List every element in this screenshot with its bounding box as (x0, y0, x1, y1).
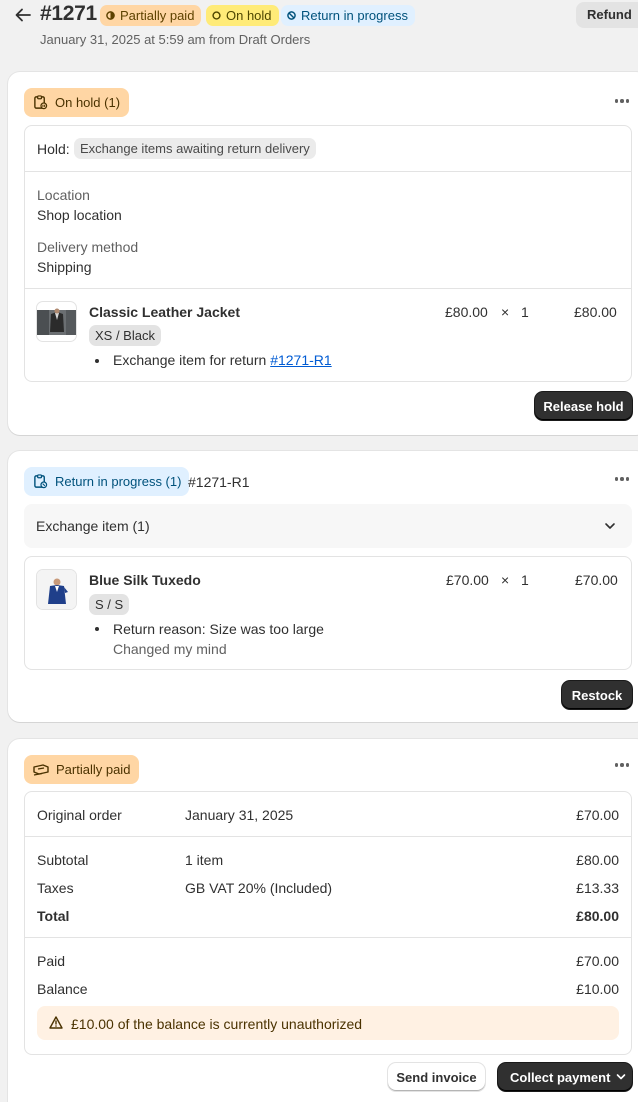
return-status-badge: Return in progress (281, 5, 415, 26)
refund-button[interactable]: Refund (576, 2, 638, 28)
warning-icon (49, 1016, 63, 1029)
product-name[interactable]: Classic Leather Jacket (89, 304, 240, 320)
balance-amount: £10.00 (576, 981, 619, 997)
return-box-icon (34, 474, 48, 489)
bullet-dot (95, 359, 99, 363)
divider (25, 836, 631, 837)
subtotal-label: Subtotal (37, 852, 89, 868)
exchange-note-text: Exchange item for return (113, 352, 271, 368)
hold-status-label: On hold (226, 8, 272, 23)
collect-payment-button[interactable]: Collect payment (498, 1063, 632, 1091)
cash-icon (33, 763, 49, 776)
product-thumbnail[interactable] (36, 569, 77, 610)
restock-button[interactable]: Restock (562, 681, 632, 709)
return-reason: Return reason: Size was too large (113, 621, 324, 637)
bullet-dot (95, 627, 99, 631)
hold-circle-icon (212, 11, 221, 20)
product-thumbnail[interactable] (36, 301, 77, 342)
on-hold-badge: On hold (1) (24, 88, 130, 117)
order-subtitle: January 31, 2025 at 5:59 am from Draft O… (40, 32, 311, 47)
return-badge-label: Return in progress (1) (55, 474, 182, 489)
send-invoice-button[interactable]: Send invoice (388, 1063, 485, 1091)
delivery-method-value: Shipping (37, 259, 92, 275)
unit-price: £70.00 (446, 572, 489, 588)
hold-label: Hold: (37, 141, 70, 157)
line-total: £70.00 (575, 572, 618, 588)
on-hold-card: On hold (1) Hold: Exchange items awaitin… (8, 72, 638, 435)
back-arrow-icon[interactable] (12, 4, 34, 26)
exchange-items-toggle[interactable]: Exchange item (1) (24, 504, 632, 548)
hold-status-badge: On hold (206, 5, 279, 26)
unauthorized-balance-text: £10.00 of the balance is currently unaut… (71, 1016, 363, 1032)
fulfillment-box: Hold: Exchange items awaiting return del… (24, 125, 632, 382)
chevron-down-icon (617, 1074, 626, 1080)
original-order-amount: £70.00 (576, 807, 619, 823)
unauthorized-balance-banner: £10.00 of the balance is currently unaut… (37, 1006, 619, 1040)
line-total: £80.00 (574, 304, 617, 320)
paid-amount: £70.00 (576, 953, 619, 969)
payment-status-label: Partially paid (120, 8, 195, 23)
quantity: 1 (521, 572, 529, 588)
page-header: #1271 Partially paid On hold Return in p… (0, 0, 638, 60)
divider (25, 937, 631, 938)
location-value: Shop location (37, 207, 122, 223)
unit-price: £80.00 (445, 304, 488, 320)
hold-box-icon (34, 95, 48, 110)
payment-card: Partially paid Original order January 31… (8, 739, 638, 1102)
taxes-detail: GB VAT 20% (Included) (185, 880, 333, 896)
original-order-date: January 31, 2025 (185, 807, 294, 823)
subtotal-amount: £80.00 (576, 852, 619, 868)
balance-label: Balance (37, 981, 88, 997)
more-actions-icon[interactable] (612, 471, 632, 487)
delivery-method-label: Delivery method (37, 239, 139, 255)
return-card: Return in progress (1) #1271-R1 Exchange… (8, 451, 638, 722)
return-progress-icon (287, 11, 296, 20)
release-hold-button[interactable]: Release hold (535, 392, 632, 420)
hold-reason-tag: Exchange items awaiting return delivery (74, 138, 316, 159)
payment-status-badge: Partially paid (100, 5, 202, 26)
exchange-note: Exchange item for return #1271-R1 (113, 352, 332, 368)
original-order-label: Original order (37, 807, 122, 823)
divider (25, 171, 631, 172)
return-status-label: Return in progress (301, 8, 408, 23)
payment-summary-box: Original order January 31, 2025 £70.00 S… (24, 791, 632, 1055)
return-link[interactable]: #1271-R1 (270, 352, 332, 368)
times-sign: × (501, 304, 510, 320)
on-hold-badge-label: On hold (1) (55, 95, 121, 110)
return-reason-note: Changed my mind (113, 641, 227, 657)
more-actions-icon[interactable] (612, 93, 632, 109)
partially-paid-label: Partially paid (56, 762, 131, 777)
total-label: Total (37, 908, 70, 924)
location-label: Location (37, 187, 90, 203)
order-number: #1271 (40, 2, 97, 25)
total-amount: £80.00 (576, 908, 619, 924)
exchange-items-label: Exchange item (1) (36, 518, 150, 534)
partially-paid-badge: Partially paid (24, 755, 140, 784)
paid-label: Paid (37, 953, 66, 969)
return-in-progress-badge: Return in progress (1) (24, 467, 190, 496)
product-name[interactable]: Blue Silk Tuxedo (89, 572, 201, 588)
variant-tag: XS / Black (89, 325, 161, 346)
return-items-box: Blue Silk Tuxedo S / S £70.00 × 1 £70.00… (24, 556, 632, 670)
more-actions-icon[interactable] (612, 757, 632, 773)
quantity: 1 (521, 304, 529, 320)
partially-paid-icon (106, 11, 115, 20)
subtotal-detail: 1 item (185, 852, 224, 868)
taxes-amount: £13.33 (576, 880, 619, 896)
times-sign: × (501, 572, 510, 588)
taxes-label: Taxes (37, 880, 74, 896)
variant-tag: S / S (89, 594, 130, 615)
chevron-down-icon (605, 523, 615, 529)
divider (25, 288, 631, 289)
return-id: #1271-R1 (188, 474, 250, 490)
collect-payment-label: Collect payment (510, 1069, 611, 1085)
